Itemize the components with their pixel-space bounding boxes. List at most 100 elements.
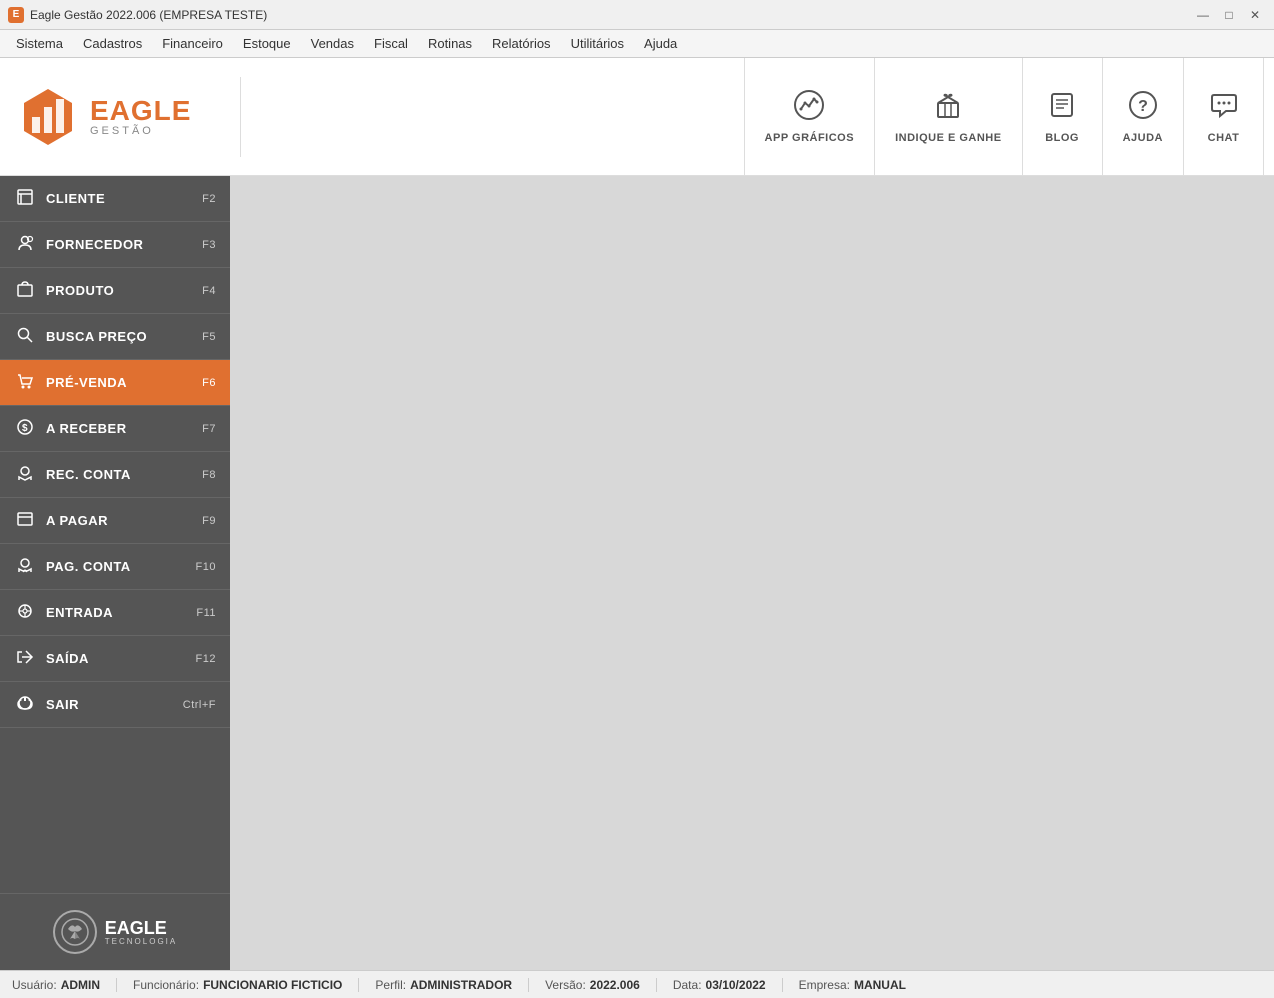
nav-item-indique-ganhe[interactable]: INDIQUE E GANHE	[875, 58, 1023, 175]
sidebar-label-entrada: ENTRADA	[46, 605, 196, 620]
menu-item-estoque[interactable]: Estoque	[233, 33, 301, 54]
status-funcionario-label: Funcionário:	[133, 978, 199, 992]
eagle-tech-text: EAGLE TECNOLOGIA	[105, 919, 177, 946]
maximize-button[interactable]: □	[1218, 4, 1240, 26]
a-pagar-icon	[14, 510, 36, 532]
sidebar-label-sair: SAIR	[46, 697, 183, 712]
sair-icon	[14, 694, 36, 716]
menu-item-vendas[interactable]: Vendas	[301, 33, 364, 54]
sidebar-menu: CLIENTEF2FORNECEDORF3PRODUTOF4BUSCA PREÇ…	[0, 176, 230, 893]
menu-item-rotinas[interactable]: Rotinas	[418, 33, 482, 54]
menu-item-cadastros[interactable]: Cadastros	[73, 33, 152, 54]
close-button[interactable]: ✕	[1244, 4, 1266, 26]
eagle-tech-logo: EAGLE TECNOLOGIA	[53, 910, 177, 954]
menu-item-fiscal[interactable]: Fiscal	[364, 33, 418, 54]
busca-preco-icon	[14, 326, 36, 348]
nav-label-chat: CHAT	[1208, 132, 1240, 144]
sidebar-item-busca-preco[interactable]: BUSCA PREÇOF5	[0, 314, 230, 360]
logo-icon	[16, 85, 80, 149]
a-receber-icon: $	[14, 418, 36, 440]
body-area: CLIENTEF2FORNECEDORF3PRODUTOF4BUSCA PREÇ…	[0, 176, 1274, 970]
nav-item-app-graficos[interactable]: APP GRÁFICOS	[744, 58, 876, 175]
sidebar-item-a-receber[interactable]: $ A RECEBERF7	[0, 406, 230, 452]
sidebar-label-pag-conta: PAG. CONTA	[46, 559, 196, 574]
app-icon: E	[8, 7, 24, 23]
content-area	[230, 176, 1274, 970]
sidebar-shortcut-saida: F12	[196, 653, 216, 665]
eagle-tech-icon	[53, 910, 97, 954]
status-perfil: Perfil: ADMINISTRADOR	[359, 978, 529, 992]
menu-item-financeiro[interactable]: Financeiro	[152, 33, 233, 54]
indique-ganhe-icon	[932, 89, 964, 128]
sidebar-item-a-pagar[interactable]: A PAGARF9	[0, 498, 230, 544]
status-empresa-label: Empresa:	[799, 978, 850, 992]
menu-item-ajuda[interactable]: Ajuda	[634, 33, 687, 54]
logo: EAGLE GESTÃO	[16, 85, 191, 149]
svg-text:?: ?	[1138, 98, 1148, 115]
nav-item-ajuda[interactable]: ?AJUDA	[1103, 58, 1184, 175]
nav-label-blog: BLOG	[1045, 132, 1079, 144]
status-usuario: Usuário: ADMIN	[12, 978, 117, 992]
chat-icon	[1208, 89, 1240, 128]
sidebar-shortcut-fornecedor: F3	[202, 239, 216, 251]
sidebar-label-rec-conta: REC. CONTA	[46, 467, 202, 482]
status-data-value: 03/10/2022	[706, 978, 766, 992]
nav-label-app-graficos: APP GRÁFICOS	[765, 132, 855, 144]
status-perfil-label: Perfil:	[375, 978, 406, 992]
sidebar-label-fornecedor: FORNECEDOR	[46, 237, 202, 252]
sidebar-shortcut-a-receber: F7	[202, 423, 216, 435]
header-nav: APP GRÁFICOS INDIQUE E GANHE BLOG ?AJUDA CHA…	[251, 58, 1274, 175]
sidebar-item-cliente[interactable]: CLIENTEF2	[0, 176, 230, 222]
sidebar-item-pag-conta[interactable]: PAG. CONTAF10	[0, 544, 230, 590]
pre-venda-icon	[14, 372, 36, 394]
window-controls: — □ ✕	[1192, 4, 1266, 26]
sidebar-shortcut-pre-venda: F6	[202, 377, 216, 389]
blog-icon	[1046, 89, 1078, 128]
entrada-icon	[14, 602, 36, 624]
nav-item-chat[interactable]: CHAT	[1184, 58, 1264, 175]
menu-item-relatórios[interactable]: Relatórios	[482, 33, 561, 54]
statusbar: Usuário: ADMIN Funcionário: FUNCIONARIO …	[0, 970, 1274, 998]
status-funcionario: Funcionário: FUNCIONARIO FICTICIO	[117, 978, 359, 992]
sidebar-label-a-receber: A RECEBER	[46, 421, 202, 436]
sidebar-item-entrada[interactable]: ENTRADAF11	[0, 590, 230, 636]
sidebar-shortcut-sair: Ctrl+F	[183, 699, 216, 711]
sidebar-label-cliente: CLIENTE	[46, 191, 202, 206]
app-graficos-icon	[793, 89, 825, 128]
title-text: Eagle Gestão 2022.006 (EMPRESA TESTE)	[30, 8, 1192, 22]
sidebar-item-sair[interactable]: SAIRCtrl+F	[0, 682, 230, 728]
sidebar-item-pre-venda[interactable]: PRÉ-VENDAF6	[0, 360, 230, 406]
sidebar-shortcut-pag-conta: F10	[196, 561, 216, 573]
logo-subtitle: GESTÃO	[90, 125, 191, 137]
sidebar-item-saida[interactable]: SAÍDAF12	[0, 636, 230, 682]
logo-name: EAGLE	[90, 97, 191, 125]
sidebar-label-busca-preco: BUSCA PREÇO	[46, 329, 202, 344]
status-empresa-value: MANUAL	[854, 978, 906, 992]
sidebar-item-produto[interactable]: PRODUTOF4	[0, 268, 230, 314]
sidebar-shortcut-a-pagar: F9	[202, 515, 216, 527]
sidebar-item-rec-conta[interactable]: REC. CONTAF8	[0, 452, 230, 498]
status-versao-label: Versão:	[545, 978, 586, 992]
logo-text: EAGLE GESTÃO	[90, 97, 191, 137]
titlebar: E Eagle Gestão 2022.006 (EMPRESA TESTE) …	[0, 0, 1274, 30]
menu-item-sistema[interactable]: Sistema	[6, 33, 73, 54]
menubar: SistemaCadastrosFinanceiroEstoqueVendasF…	[0, 30, 1274, 58]
sidebar-shortcut-busca-preco: F5	[202, 331, 216, 343]
ajuda-icon: ?	[1127, 89, 1159, 128]
sidebar-item-fornecedor[interactable]: FORNECEDORF3	[0, 222, 230, 268]
rec-conta-icon	[14, 464, 36, 486]
nav-item-blog[interactable]: BLOG	[1023, 58, 1103, 175]
menu-item-utilitários[interactable]: Utilitários	[561, 33, 634, 54]
status-data: Data: 03/10/2022	[657, 978, 783, 992]
status-perfil-value: ADMINISTRADOR	[410, 978, 512, 992]
nav-label-indique-ganhe: INDIQUE E GANHE	[895, 132, 1002, 144]
status-usuario-label: Usuário:	[12, 978, 57, 992]
sidebar-label-produto: PRODUTO	[46, 283, 202, 298]
status-data-label: Data:	[673, 978, 702, 992]
sidebar-label-saida: SAÍDA	[46, 651, 196, 666]
pag-conta-icon	[14, 556, 36, 578]
logo-area: EAGLE GESTÃO	[0, 58, 230, 176]
minimize-button[interactable]: —	[1192, 4, 1214, 26]
sidebar-shortcut-cliente: F2	[202, 193, 216, 205]
eagle-tech-name: EAGLE	[105, 919, 177, 937]
